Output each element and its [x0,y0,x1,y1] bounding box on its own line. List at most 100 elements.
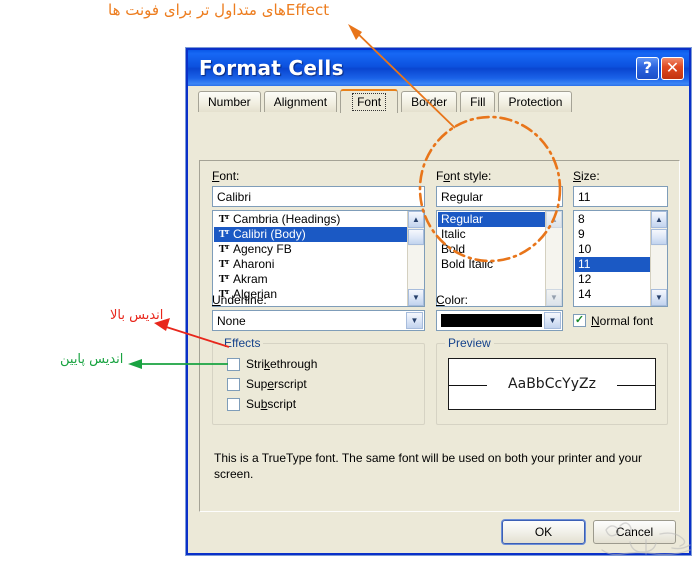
underline-value: None [217,313,246,328]
underline-label: Underline: [212,293,267,307]
size-list-scrollbar[interactable]: ▲ ▼ [650,211,667,306]
superscript-checkbox[interactable] [227,377,240,391]
font-style-column: Font style: Regular Regular Italic Bold … [436,169,563,307]
tab-label: Fill [470,95,486,109]
effect-subscript[interactable]: Subscript [227,394,424,414]
scroll-up-icon[interactable]: ▲ [651,211,667,228]
list-item[interactable]: Tᵀ Aharoni [214,257,407,272]
list-item[interactable]: Tᵀ Agency FB [214,242,407,257]
list-item-label: Regular [441,212,484,226]
dialog-titlebar[interactable]: Format Cells ? ✕ [188,50,689,86]
truetype-icon: Tᵀ [218,243,230,255]
tab-protection[interactable]: Protection [498,91,573,112]
list-item[interactable]: 8 [575,212,650,227]
list-item[interactable]: 9 [575,227,650,242]
list-item-label: Calibri (Body) [233,227,306,241]
list-item[interactable]: Italic [438,227,545,242]
font-description: This is a TrueType font. The same font w… [214,451,643,481]
size-list-items: 8 9 10 11 12 14 [574,211,650,306]
underline-row: Underline: None ▼ [212,293,425,331]
tab-label: Border [411,95,448,109]
preview-sample-text: AaBbCcYyZz [508,376,596,392]
tab-border[interactable]: Border [401,91,458,112]
tab-number[interactable]: Number [198,91,261,112]
scrollbar-thumb[interactable] [408,229,424,245]
tab-strip: Number Alignment Font Border Fill Protec… [188,86,689,113]
color-swatch [441,314,542,327]
font-input[interactable]: Calibri [212,186,425,207]
preview-group: Preview AaBbCcYyZz [436,336,668,425]
annotation-superscript-label: اندیس بالا [110,308,164,323]
close-icon[interactable]: ✕ [661,56,684,80]
tab-label: Font [352,93,387,111]
list-item-label: Cambria (Headings) [233,212,341,226]
scrollbar-track[interactable] [408,246,424,289]
font-list-scrollbar[interactable]: ▲ ▼ [407,211,424,306]
help-icon[interactable]: ? [636,56,659,80]
tab-label: Protection [508,95,563,109]
truetype-icon: Tᵀ [218,228,230,240]
effect-strikethrough[interactable]: Strikethrough [227,354,424,374]
list-item[interactable]: 10 [575,242,650,257]
ok-button[interactable]: OK [502,520,585,544]
list-item[interactable]: Tᵀ Calibri (Body) [214,227,407,242]
font-column: Font: Calibri Tᵀ Cambria (Headings) Tᵀ C… [212,169,425,307]
dialog-footer: OK Cancel [188,511,689,553]
tab-label: Alignment [273,95,328,109]
arrow-head-subscript [128,359,142,369]
color-row: Color: ▼ ✓ Normal font [436,293,668,331]
effect-superscript[interactable]: Superscript [227,374,424,394]
preview-group-title: Preview [445,336,494,350]
color-dropdown[interactable]: ▼ [436,310,563,331]
scrollbar-track[interactable] [651,246,667,289]
scroll-up-icon[interactable]: ▲ [546,211,562,228]
normal-font-checkbox[interactable]: ✓ [573,314,586,327]
list-item[interactable]: 12 [575,272,650,287]
size-input[interactable]: 11 [573,186,668,207]
list-item[interactable]: 11 [575,257,650,272]
list-item[interactable]: Tᵀ Cambria (Headings) [214,212,407,227]
list-item[interactable]: Regular [438,212,545,227]
list-item[interactable]: Tᵀ Akram [214,272,407,287]
chevron-down-icon[interactable]: ▼ [406,312,423,329]
list-item-label: Aharoni [233,257,275,271]
list-item-label: Agency FB [233,242,292,256]
effect-label: Strikethrough [246,357,318,371]
effect-label: Superscript [246,377,307,391]
list-item-label: Italic [441,227,466,241]
strikethrough-checkbox[interactable] [227,357,240,371]
normal-font-label: Normal font [591,313,654,328]
scrollbar-track[interactable] [546,228,562,289]
list-item-label: Akram [233,272,268,286]
preview-rule-right [617,385,655,386]
tab-fill[interactable]: Fill [460,91,496,112]
format-cells-dialog: Format Cells ? ✕ Number Alignment Font B… [186,48,691,555]
subscript-checkbox[interactable] [227,397,240,411]
truetype-icon: Tᵀ [218,273,230,285]
scroll-up-icon[interactable]: ▲ [408,211,424,228]
annotation-subscript-label: اندیس پایین [60,352,124,367]
list-item-label: 8 [578,212,585,226]
normal-font-checkbox-row[interactable]: ✓ Normal font [573,314,653,328]
cancel-button[interactable]: Cancel [593,520,676,544]
font-tab-panel: Font: Calibri Tᵀ Cambria (Headings) Tᵀ C… [199,160,680,512]
effects-list: Strikethrough Superscript Subscript [213,344,424,414]
size-column: Size: 11 8 9 10 11 12 14 ▲ ▼ [573,169,668,307]
font-list-items: Tᵀ Cambria (Headings) Tᵀ Calibri (Body) … [213,211,407,306]
list-item-label: 9 [578,227,585,241]
font-style-scrollbar[interactable]: ▲ ▼ [545,211,562,306]
list-item[interactable]: Bold Italic [438,257,545,272]
font-style-list-items: Regular Italic Bold Bold Italic [437,211,545,306]
tab-font[interactable]: Font [340,89,399,113]
preview-box: AaBbCcYyZz [448,358,656,410]
chevron-down-icon[interactable]: ▼ [544,312,561,329]
preview-rule-left [449,385,487,386]
effects-group: Effects Strikethrough Superscript Subscr… [212,336,425,425]
list-item[interactable]: Bold [438,242,545,257]
list-item-label: Bold Italic [441,257,494,271]
underline-dropdown[interactable]: None ▼ [212,310,425,331]
scrollbar-thumb[interactable] [651,229,667,245]
list-item-label: Bold [441,242,466,256]
tab-alignment[interactable]: Alignment [263,91,338,112]
font-style-input[interactable]: Regular [436,186,563,207]
